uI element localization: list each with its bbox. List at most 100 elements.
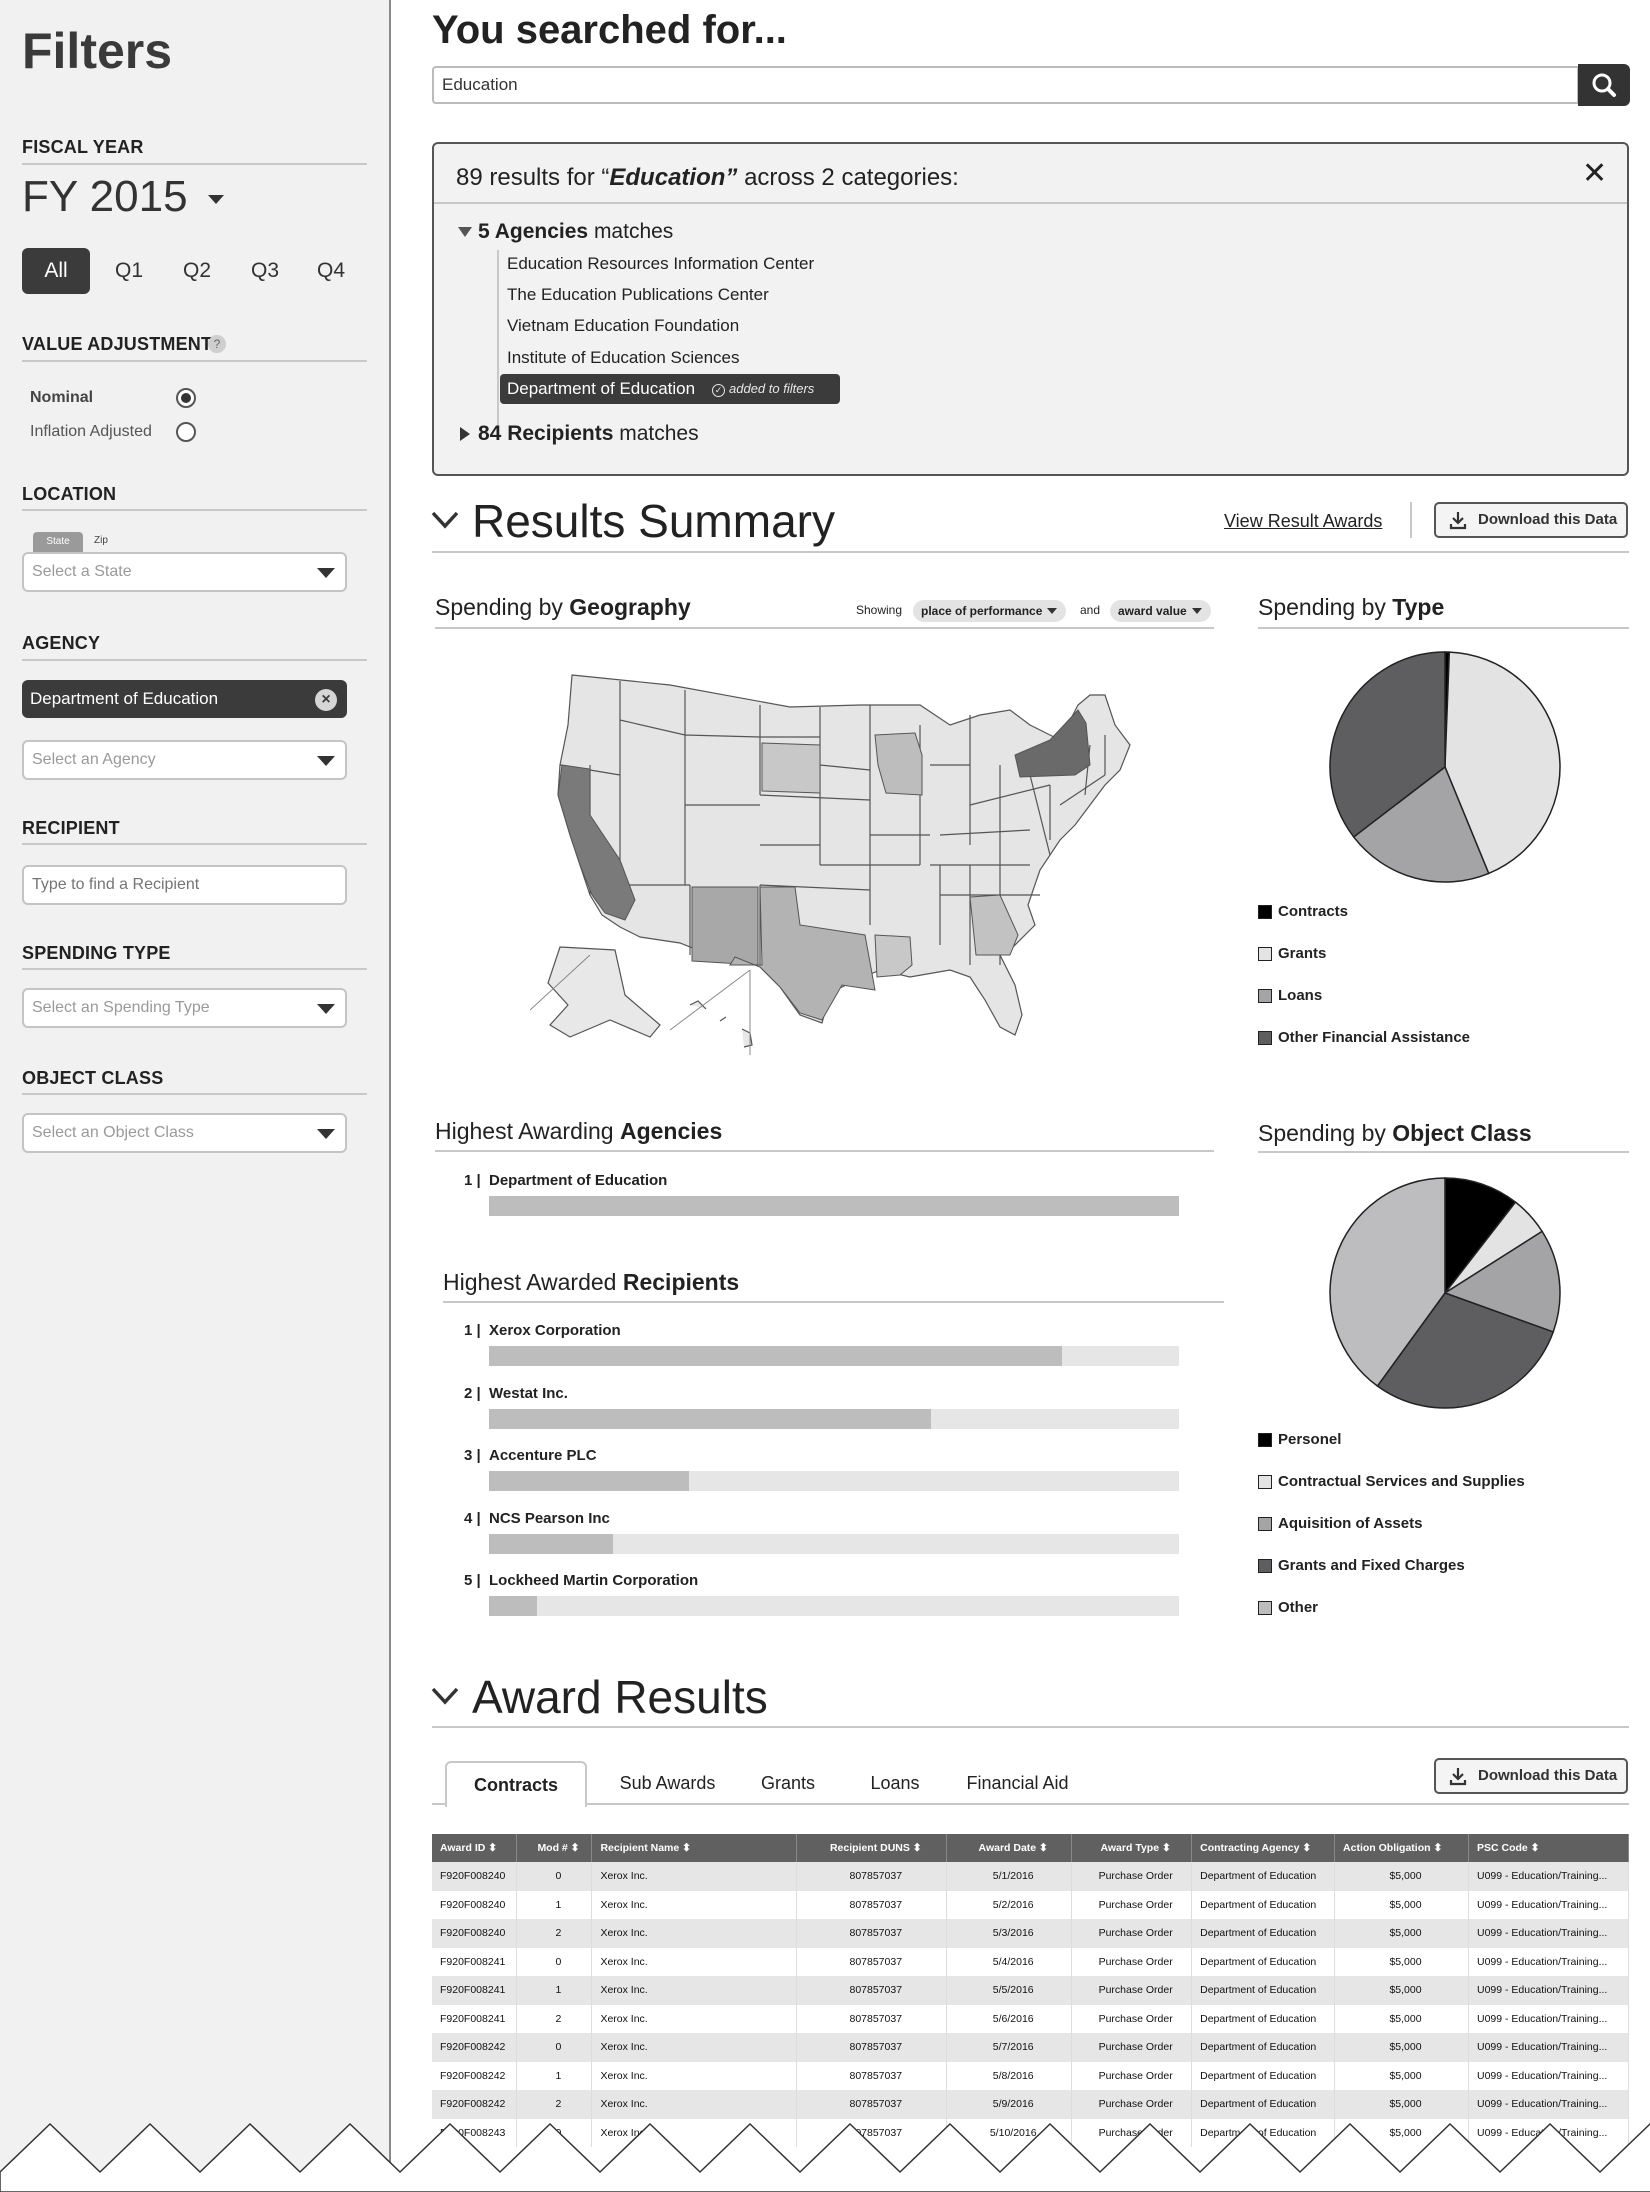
table-cell: Xerox Inc. bbox=[591, 1947, 798, 1976]
recipient-input[interactable] bbox=[22, 865, 347, 905]
remove-icon[interactable]: × bbox=[315, 689, 337, 711]
table-row[interactable]: F920F008241 2 Xerox Inc. 807857037 5/6/2016 P… bbox=[432, 2004, 1630, 2033]
table-cell: 5/1/2016 bbox=[946, 1862, 1073, 1891]
table-row[interactable]: F920F008240 1 Xerox Inc. 807857037 5/2/2016 P… bbox=[432, 1890, 1630, 1919]
tab-contracts[interactable]: Contracts bbox=[445, 1761, 587, 1807]
award-value-dropdown[interactable]: award value bbox=[1110, 600, 1211, 622]
tab-grants[interactable]: Grants bbox=[748, 1761, 828, 1805]
column-header[interactable]: Award Type ⬍ bbox=[1071, 1834, 1193, 1862]
table-cell: 5/4/2016 bbox=[946, 1947, 1073, 1976]
table-row[interactable]: F920F008242 2 Xerox Inc. 807857037 5/9/2016 P… bbox=[432, 2090, 1630, 2119]
state-toggle[interactable]: State bbox=[33, 532, 83, 552]
object-class-pie-chart[interactable] bbox=[1320, 1168, 1570, 1418]
bar[interactable] bbox=[489, 1196, 1179, 1216]
table-row[interactable]: F920F008241 1 Xerox Inc. 807857037 5/5/2016 P… bbox=[432, 1976, 1630, 2005]
state-select[interactable]: Select a State bbox=[22, 552, 347, 592]
legend-label: Contractual Services and Supplies bbox=[1278, 1473, 1525, 1490]
close-icon[interactable]: ✕ bbox=[1582, 156, 1607, 191]
fiscal-year-select[interactable]: FY 2015 bbox=[22, 172, 224, 222]
spending-type-select[interactable]: Select an Spending Type bbox=[22, 988, 347, 1028]
agency-match-item-selected[interactable]: Department of Education ✓ added to filter… bbox=[500, 374, 840, 404]
divider bbox=[22, 163, 367, 165]
agency-match-item[interactable]: The Education Publications Center bbox=[507, 285, 769, 305]
table-cell: 0 bbox=[516, 2033, 593, 2062]
column-header[interactable]: Award Date ⬍ bbox=[946, 1834, 1073, 1862]
bar[interactable] bbox=[489, 1408, 931, 1429]
nominal-label: Nominal bbox=[30, 389, 94, 406]
column-header[interactable]: Recipient DUNS ⬍ bbox=[796, 1834, 948, 1862]
place-of-performance-dropdown[interactable]: place of performance bbox=[913, 600, 1067, 622]
table-cell: F920F008240 bbox=[432, 1890, 518, 1919]
agency-match-item[interactable]: Education Resources Information Center bbox=[507, 254, 814, 274]
table-row[interactable]: F920F008240 0 Xerox Inc. 807857037 5/1/2016 P… bbox=[432, 1862, 1630, 1891]
agency-match-item[interactable]: Institute of Education Sciences bbox=[507, 348, 739, 368]
tab-financial-aid[interactable]: Financial Aid bbox=[955, 1761, 1080, 1805]
tab-sub-awards[interactable]: Sub Awards bbox=[605, 1761, 730, 1805]
divider bbox=[22, 659, 367, 661]
divider bbox=[443, 1301, 1224, 1303]
view-result-awards-link[interactable]: View Result Awards bbox=[1224, 511, 1382, 532]
quarter-all-button[interactable]: All bbox=[22, 248, 90, 294]
chevron-down-icon[interactable] bbox=[430, 508, 460, 532]
download-icon bbox=[1449, 512, 1467, 530]
bar-label: Department of Education bbox=[489, 1172, 668, 1189]
quarter-q3-button[interactable]: Q3 bbox=[240, 248, 290, 294]
location-label: LOCATION bbox=[22, 484, 117, 504]
quarter-q4-button[interactable]: Q4 bbox=[306, 248, 356, 294]
bar-label: Xerox Corporation bbox=[489, 1322, 621, 1339]
agency-select[interactable]: Select an Agency bbox=[22, 740, 347, 780]
search-input[interactable] bbox=[432, 66, 1579, 104]
type-pie-chart[interactable] bbox=[1320, 642, 1570, 892]
legend-swatch bbox=[1258, 1030, 1272, 1045]
column-header[interactable]: Action Obligation ⬍ bbox=[1334, 1834, 1469, 1862]
bar-label: NCS Pearson Inc bbox=[489, 1509, 610, 1527]
column-header[interactable]: Contracting Agency ⬍ bbox=[1191, 1834, 1336, 1862]
search-heading: You searched for... bbox=[432, 8, 787, 52]
table-cell: 807857037 bbox=[796, 2004, 948, 2033]
triangle-right-icon bbox=[460, 427, 470, 442]
table-cell: U099 - Education/Training... bbox=[1468, 2061, 1630, 2090]
help-icon[interactable]: ? bbox=[208, 335, 226, 353]
recipients-chart-title: Highest Awarded Recipients bbox=[443, 1269, 740, 1295]
legend-swatch bbox=[1258, 1600, 1272, 1615]
quarter-q2-button[interactable]: Q2 bbox=[172, 248, 222, 294]
table-cell: Department of Education bbox=[1191, 1976, 1336, 2005]
tab-loans[interactable]: Loans bbox=[855, 1761, 935, 1805]
nominal-radio[interactable] bbox=[176, 388, 196, 408]
download-data-button[interactable]: Download this Data bbox=[1434, 502, 1628, 538]
inflation-adjusted-radio[interactable] bbox=[176, 422, 196, 442]
table-cell: 0 bbox=[516, 1862, 593, 1891]
download-data-button[interactable]: Download this Data bbox=[1434, 1758, 1628, 1794]
agency-match-item[interactable]: Vietnam Education Foundation bbox=[507, 316, 739, 336]
legend-swatch bbox=[1258, 946, 1272, 961]
column-header[interactable]: Mod # ⬍ bbox=[516, 1834, 593, 1862]
recipients-matches-toggle[interactable]: 84 Recipients matches bbox=[460, 422, 699, 446]
column-header[interactable]: Recipient Name ⬍ bbox=[591, 1834, 798, 1862]
download-label: Download this Data bbox=[1478, 1767, 1618, 1784]
bar[interactable] bbox=[489, 1471, 690, 1491]
object-class-select[interactable]: Select an Object Class bbox=[22, 1113, 347, 1153]
zip-toggle[interactable]: Zip bbox=[94, 535, 108, 546]
column-header[interactable]: PSC Code ⬍ bbox=[1468, 1834, 1630, 1862]
table-row[interactable]: F920F008242 1 Xerox Inc. 807857037 5/8/2016 P… bbox=[432, 2061, 1630, 2090]
table-row[interactable]: F920F008242 0 Xerox Inc. 807857037 5/7/2016 P… bbox=[432, 2033, 1630, 2062]
bar[interactable] bbox=[489, 1346, 1062, 1366]
table-row[interactable]: F920F008240 2 Xerox Inc. 807857037 5/3/2016 P… bbox=[432, 1919, 1630, 1948]
chevron-down-icon[interactable] bbox=[430, 1684, 460, 1708]
bar[interactable] bbox=[489, 1596, 538, 1616]
table-row[interactable]: F920F008241 0 Xerox Inc. 807857037 5/4/2016 P… bbox=[432, 1947, 1630, 1976]
results-summary-title: Results Summary bbox=[472, 495, 835, 547]
table-cell: Xerox Inc. bbox=[591, 1919, 798, 1948]
object-class-label: OBJECT CLASS bbox=[22, 1068, 164, 1088]
quarter-q1-button[interactable]: Q1 bbox=[104, 248, 154, 294]
search-button[interactable] bbox=[1578, 64, 1630, 106]
column-header[interactable]: Award ID ⬍ bbox=[432, 1834, 518, 1862]
bar[interactable] bbox=[489, 1533, 614, 1554]
fiscal-year-value: FY 2015 bbox=[22, 172, 188, 221]
caret-down-icon bbox=[207, 194, 224, 204]
agencies-matches-toggle[interactable]: 5 Agencies matches bbox=[458, 220, 673, 244]
table-cell: $5,000 bbox=[1334, 2033, 1469, 2062]
check-circle-icon: ✓ bbox=[712, 384, 725, 397]
geography-chart-title: Spending by Geography bbox=[435, 594, 691, 620]
us-map[interactable] bbox=[530, 665, 1140, 1055]
